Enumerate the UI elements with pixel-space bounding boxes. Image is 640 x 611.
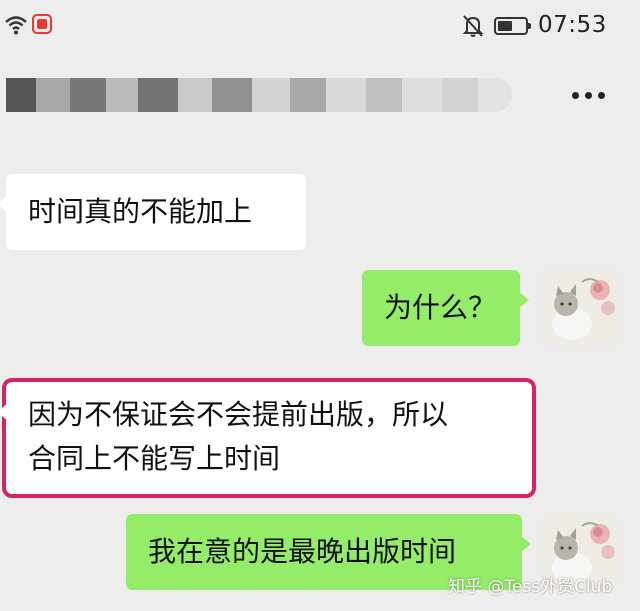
mute-icon bbox=[462, 15, 484, 37]
message-text-line-1: 因为不保证会不会提前出版，所以 bbox=[28, 398, 449, 431]
chat-title-mosaic bbox=[6, 78, 512, 112]
more-icon[interactable] bbox=[568, 90, 608, 102]
message-text: 时间真的不能加上 bbox=[28, 195, 253, 228]
battery-icon bbox=[494, 17, 531, 35]
message-bubble-outgoing[interactable]: 为什么？ bbox=[362, 270, 529, 346]
message-text: 为什么？ bbox=[384, 291, 497, 324]
cat-flower-avatar-icon bbox=[542, 270, 618, 346]
message-text-line-2: 合同上不能写上时间 bbox=[28, 442, 281, 475]
avatar[interactable] bbox=[542, 270, 618, 346]
wifi-icon bbox=[5, 16, 27, 35]
status-bar: 07:53 bbox=[0, 0, 640, 52]
chat-header bbox=[0, 52, 640, 152]
app-notification-icon bbox=[32, 14, 52, 34]
message-text: 我在意的是最晚出版时间 bbox=[148, 535, 457, 568]
battery-level bbox=[498, 21, 512, 31]
message-bubble-incoming-highlighted[interactable]: 因为不保证会不会提前出版，所以 合同上不能写上时间 bbox=[0, 378, 536, 498]
status-time: 07:53 bbox=[538, 12, 607, 38]
watermark: 知乎 @Tess外贸Club bbox=[448, 577, 613, 597]
message-bubble-incoming[interactable]: 时间真的不能加上 bbox=[0, 174, 306, 250]
